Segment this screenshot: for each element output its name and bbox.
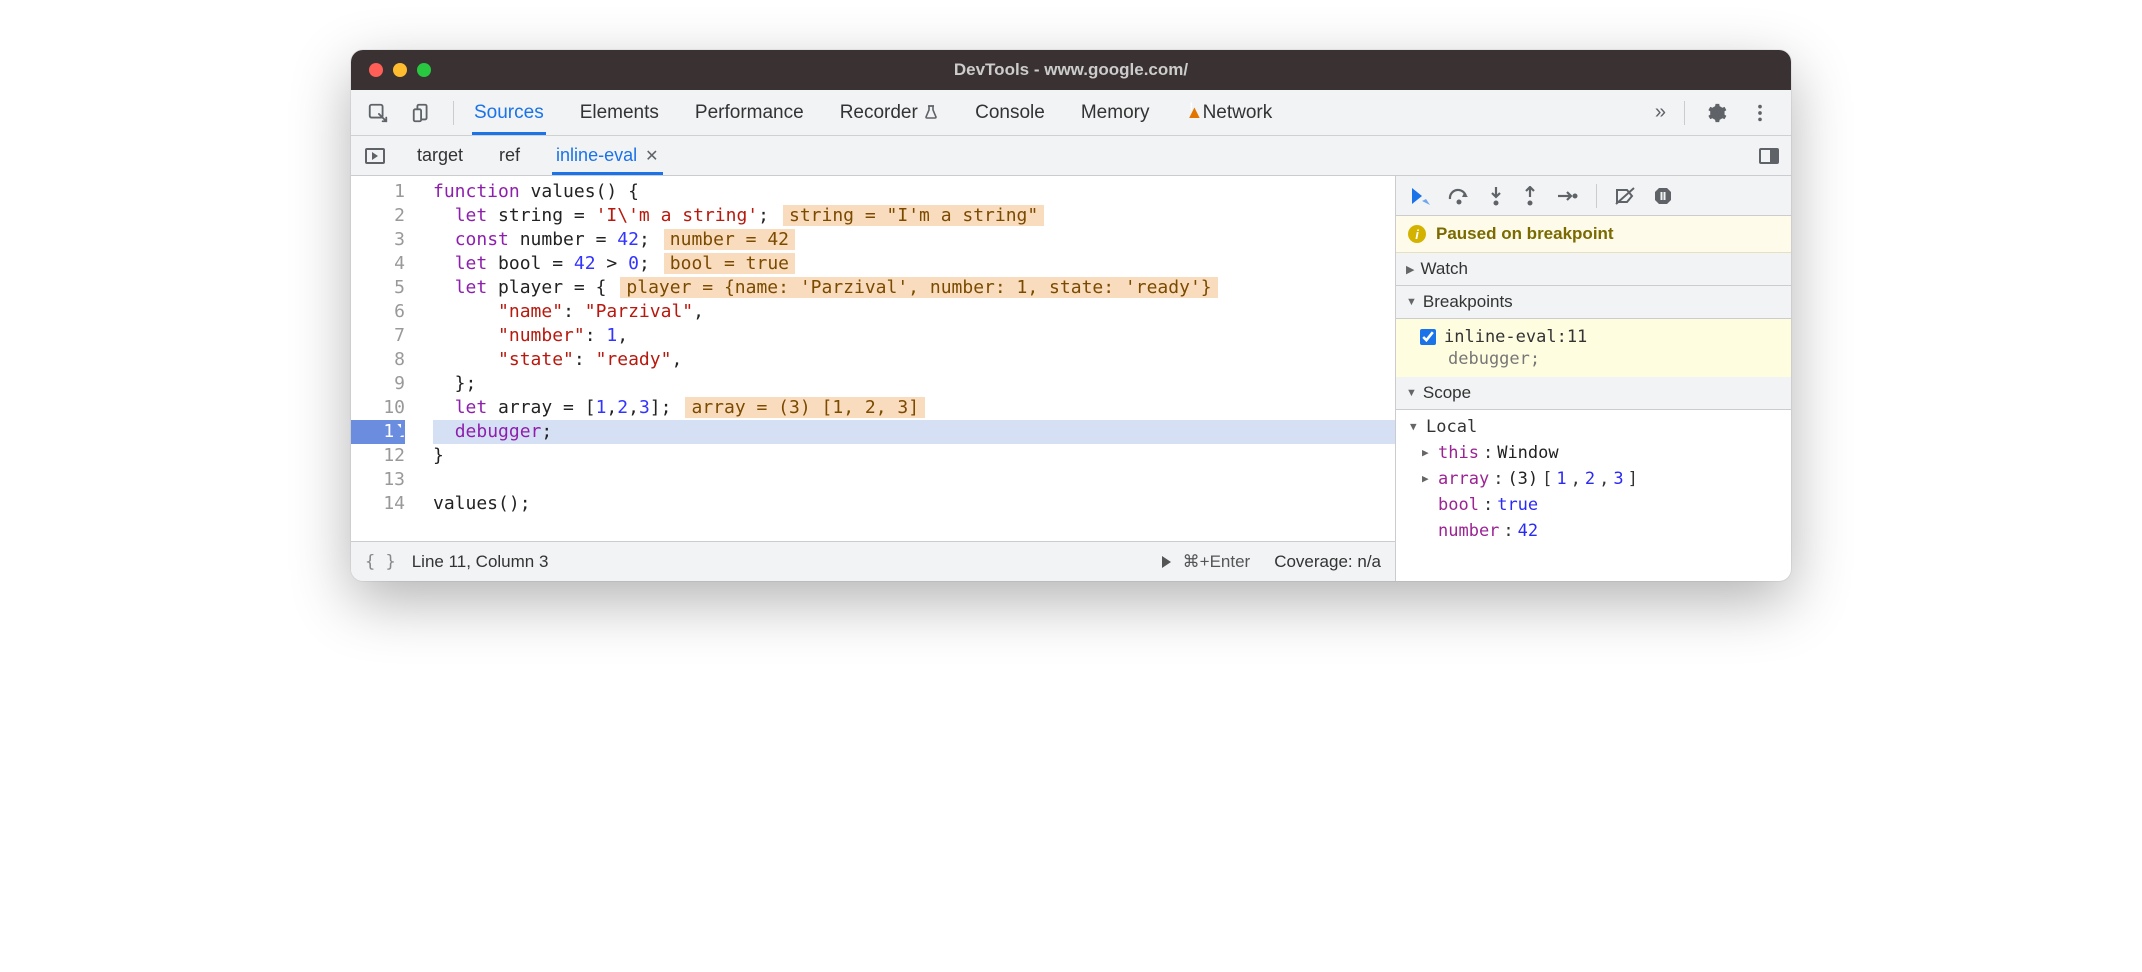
code-line[interactable]: function values() { [433,180,1395,204]
inline-eval-value: array = (3) [1, 2, 3] [685,397,925,418]
code-line[interactable]: let player = {player = {name: 'Parzival'… [433,276,1395,300]
line-number[interactable]: 6 [351,300,405,324]
device-toolbar-icon[interactable] [409,100,435,126]
line-number[interactable]: 13 [351,468,405,492]
inline-eval-value: string = "I'm a string" [783,205,1044,226]
pretty-print-button[interactable]: { } [365,552,396,572]
play-icon[interactable] [1159,555,1173,569]
file-tab-target[interactable]: target [413,137,467,174]
maximize-window-button[interactable] [417,63,431,77]
window-title: DevTools - www.google.com/ [954,60,1188,80]
tab-console[interactable]: Console [973,92,1047,134]
code-line[interactable]: const number = 42;number = 42 [433,228,1395,252]
code-line[interactable]: let bool = 42 > 0;bool = true [433,252,1395,276]
watch-section-header[interactable]: ▶Watch [1396,253,1791,286]
code-line[interactable] [433,468,1395,492]
inline-eval-value: number = 42 [664,229,795,250]
titlebar: DevTools - www.google.com/ [351,50,1791,90]
debugger-sidebar: i Paused on breakpoint ▶Watch ▼Breakpoin… [1396,176,1791,581]
pause-reason-banner: i Paused on breakpoint [1396,216,1791,253]
step-out-button[interactable] [1522,186,1538,206]
code-line[interactable]: "name": "Parzival", [433,300,1395,324]
body-split: 1234567891011121314 function values() { … [351,176,1791,581]
scope-section-header[interactable]: ▼Scope [1396,377,1791,410]
tab-recorder[interactable]: Recorder [838,92,941,134]
debugger-sidebar-toggle-icon[interactable] [1759,148,1779,164]
file-tab-inline-eval[interactable]: inline-eval✕ [552,137,662,174]
step-into-button[interactable] [1488,186,1504,206]
pause-reason-text: Paused on breakpoint [1436,224,1614,244]
cursor-position: Line 11, Column 3 [412,552,549,572]
code-line[interactable]: let array = [1,2,3];array = (3) [1, 2, 3… [433,396,1395,420]
tab-memory[interactable]: Memory [1079,92,1152,134]
run-hint: ⌘+Enter [1183,552,1251,572]
step-button[interactable] [1556,188,1578,204]
line-number[interactable]: 5 [351,276,405,300]
close-tab-button[interactable]: ✕ [645,146,658,166]
scope-local-header[interactable]: ▼Local [1410,414,1791,440]
divider [1684,101,1685,125]
tab-network[interactable]: ▲! Network [1183,92,1274,134]
navigator-toggle-icon[interactable] [365,148,385,164]
editor-pane: 1234567891011121314 function values() { … [351,176,1396,581]
info-icon: i [1408,225,1426,243]
minimize-window-button[interactable] [393,63,407,77]
pause-on-exceptions-button[interactable] [1653,186,1673,206]
breakpoint-item[interactable]: inline-eval:11 debugger; [1396,319,1791,377]
code-line[interactable]: "state": "ready", [433,348,1395,372]
tab-sources[interactable]: Sources [472,92,546,134]
breakpoints-section-header[interactable]: ▼Breakpoints [1396,286,1791,319]
scope-body: ▼Local ▶this: Window▶array: (3) [1, 2, 3… [1396,410,1791,548]
line-number[interactable]: 11 [351,420,405,444]
resume-button[interactable] [1410,187,1430,205]
line-number[interactable]: 4 [351,252,405,276]
code-line[interactable]: "number": 1, [433,324,1395,348]
inline-eval-value: player = {name: 'Parzival', number: 1, s… [620,277,1217,298]
code-line[interactable]: debugger; [433,420,1395,444]
editor-statusbar: { } Line 11, Column 3 ⌘+Enter Coverage: … [351,541,1395,581]
scope-variable[interactable]: ▶array: (3) [1, 2, 3] [1410,466,1791,492]
scope-variable[interactable]: ▶this: Window [1410,440,1791,466]
line-number[interactable]: 3 [351,228,405,252]
step-over-button[interactable] [1448,187,1470,205]
scope-variable[interactable]: bool: true [1410,492,1791,518]
line-number[interactable]: 7 [351,324,405,348]
line-number[interactable]: 9 [351,372,405,396]
inline-eval-value: bool = true [664,253,795,274]
line-number[interactable]: 14 [351,492,405,516]
more-tabs-button[interactable]: » [1655,101,1666,124]
inspect-element-icon[interactable] [365,100,391,126]
line-number[interactable]: 12 [351,444,405,468]
close-window-button[interactable] [369,63,383,77]
scope-variable[interactable]: number: 42 [1410,518,1791,544]
file-tab-ref[interactable]: ref [495,137,524,174]
divider [1596,184,1597,208]
deactivate-breakpoints-button[interactable] [1615,187,1635,205]
flask-icon [918,102,939,123]
tab-performance[interactable]: Performance [693,92,806,134]
code-line[interactable]: }; [433,372,1395,396]
debug-toolbar [1396,176,1791,216]
kebab-menu-icon[interactable] [1747,100,1773,126]
tab-elements[interactable]: Elements [578,92,661,134]
line-number[interactable]: 8 [351,348,405,372]
breakpoint-checkbox[interactable] [1420,329,1436,345]
divider [453,101,454,125]
code-editor[interactable]: 1234567891011121314 function values() { … [351,176,1395,541]
devtools-window: DevTools - www.google.com/ Sources Elemen… [351,50,1791,581]
line-number[interactable]: 2 [351,204,405,228]
line-number[interactable]: 1 [351,180,405,204]
sources-subbar: target ref inline-eval✕ [351,136,1791,176]
code-line[interactable]: values(); [433,492,1395,516]
settings-gear-icon[interactable] [1703,100,1729,126]
traffic-lights [369,63,431,77]
main-tabbar: Sources Elements Performance Recorder Conso… [351,90,1791,136]
code-line[interactable]: let string = 'I\'m a string';string = "I… [433,204,1395,228]
warning-icon: ▲ [1185,102,1203,122]
code-line[interactable]: } [433,444,1395,468]
line-number[interactable]: 10 [351,396,405,420]
coverage-status: Coverage: n/a [1274,552,1381,572]
